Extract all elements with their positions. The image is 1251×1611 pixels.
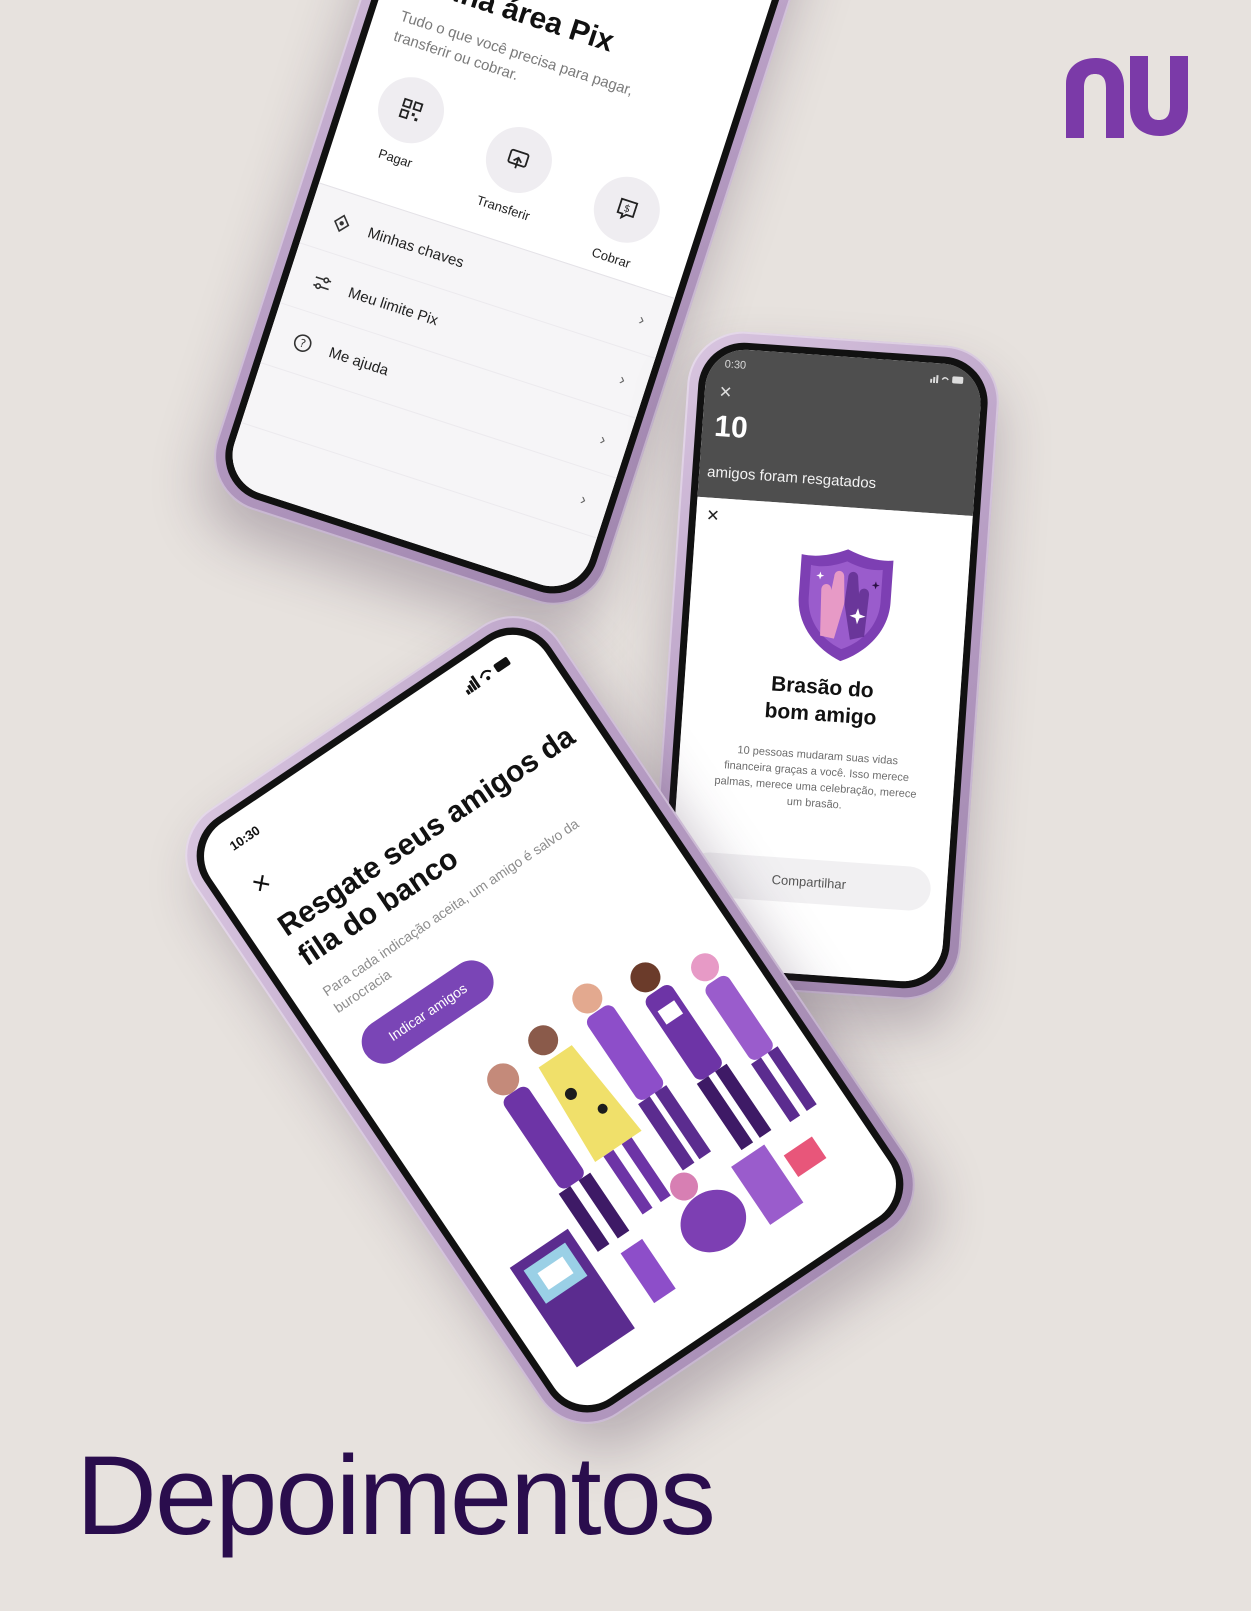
svg-text:$: $ [622,203,631,215]
status-time: 10:30 [226,822,263,854]
chevron-right-icon: › [578,491,589,509]
keys-icon [327,208,357,238]
sliders-icon [307,268,337,298]
transfer-icon [507,148,530,169]
svg-text:?: ? [298,337,308,351]
pix-pay-label: Pagar [376,145,415,171]
signal-wifi-battery-icon [929,375,964,384]
rescued-count-label: amigos foram resgatados [706,463,877,493]
transfer-icon-circle [477,118,561,202]
character-illustration-icon [536,0,700,6]
charge-icon: $ [616,197,639,220]
pix-pay-button[interactable]: Pagar [350,65,464,179]
rescued-count: 10 [713,409,749,446]
empty-icon-slot [268,388,298,418]
signal-wifi-battery-icon [465,657,511,696]
close-icon[interactable]: ✕ [718,382,733,403]
nu-logo-icon [1066,56,1188,138]
pix-charge-button[interactable]: $ Cobrar [566,164,680,278]
badge-description: 10 pessoas mudaram suas vidas financeira… [714,744,917,812]
marketing-poster: Minha área Pix Tudo o que você precisa p… [0,0,1251,1611]
status-bar: 0:30 [724,358,964,387]
badge-title: Brasão do bom amigo [763,672,878,730]
page-headline: Depoimentos [76,1433,716,1558]
status-time: 0:30 [724,358,747,372]
charge-icon-circle: $ [585,168,669,252]
pix-transfer-label: Transferir [474,192,532,224]
pix-transfer-button[interactable]: Transferir [458,115,572,229]
help-icon: ? [288,328,318,358]
qr-code-icon [398,97,424,122]
close-icon[interactable]: ✕ [247,868,277,900]
shield-badge-icon [798,549,894,662]
close-icon[interactable]: ✕ [705,505,721,526]
pay-icon-circle [369,68,453,152]
badge-count-header: 0:30 ✕ 10 amigos foram resgatados [697,347,984,517]
